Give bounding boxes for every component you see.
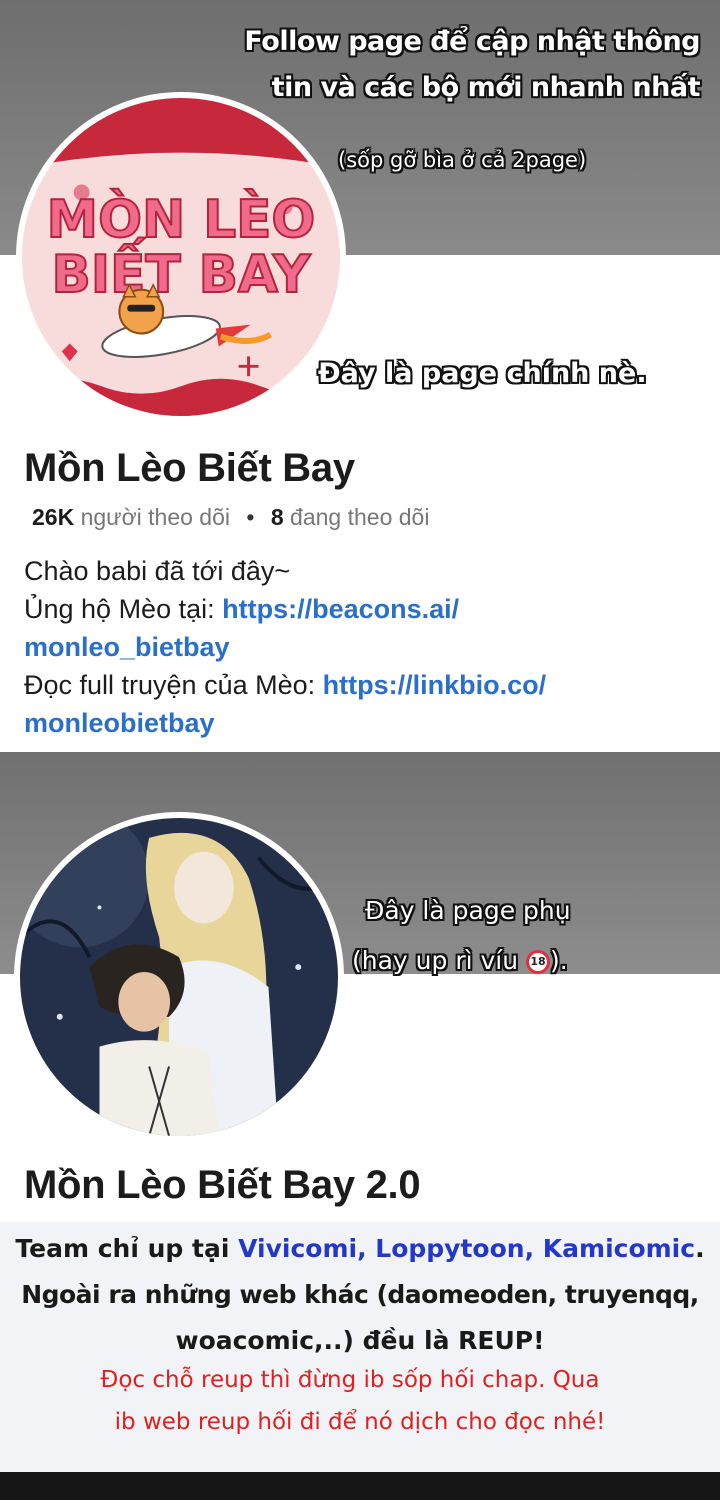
cat-rocket-logo-icon: MÒN LÈO BIẾT BAY <box>22 98 340 416</box>
following-count[interactable]: 8 <box>271 504 284 530</box>
sub-page-note-line-1: Đây là page phụ <box>365 896 571 925</box>
official-sites: Vivicomi, Loppytoon, Kamicomic <box>238 1234 696 1263</box>
following-label[interactable]: đang theo dõi <box>290 504 429 530</box>
followers-label[interactable]: người theo dõi <box>81 504 230 530</box>
notice-prefix: Team chỉ up tại <box>15 1234 239 1263</box>
sub-page-avatar[interactable] <box>14 812 344 1142</box>
bottom-strip <box>0 1472 720 1500</box>
support-link[interactable]: https://beacons.ai/ <box>222 594 459 624</box>
notice-line-1: Team chỉ up tại Vivicomi, Loppytoon, Kam… <box>0 1234 720 1263</box>
followers-count[interactable]: 26K <box>32 504 74 530</box>
bio-support-label: Ủng hộ Mèo tại: <box>24 594 223 624</box>
main-page-bio: Chào babi đã tới đây~ Ủng hộ Mèo tại: ht… <box>24 552 704 742</box>
anime-couple-illustration-icon <box>20 818 338 1136</box>
main-page-stats: 26K người theo dõi • 8 đang theo dõi <box>32 504 429 531</box>
bio-support-line: Ủng hộ Mèo tại: https://beacons.ai/ <box>24 590 704 628</box>
notice-line-3: woacomic,..) đều là REUP! <box>175 1326 545 1355</box>
main-page-note: Đây là page chính nè. <box>318 358 647 389</box>
support-link-continued[interactable]: monleo_bietbay <box>24 628 704 666</box>
svg-text:MÒN LÈO: MÒN LÈO <box>47 189 316 250</box>
bio-read-label: Đọc full truyện của Mèo: <box>24 670 323 700</box>
bio-greeting: Chào babi đã tới đây~ <box>24 556 291 586</box>
follow-page-text-line-2: tin và các bộ mới nhanh nhất <box>271 72 701 103</box>
read-link-continued[interactable]: monleobietbay <box>24 704 704 742</box>
warning-line-1: Đọc chỗ reup thì đừng ib sốp hối chap. Q… <box>100 1367 600 1393</box>
adult-18-icon: 18 <box>526 950 551 974</box>
sub-page-note-text: (hay up rì víu <box>352 946 527 975</box>
svg-text:BIẾT BAY: BIẾT BAY <box>52 237 312 305</box>
cover-removed-note: (sốp gỡ bìa ở cả 2page) <box>338 148 587 172</box>
main-page-title[interactable]: Mồn Lèo Biết Bay <box>24 446 355 491</box>
main-page-avatar[interactable]: MÒN LÈO BIẾT BAY <box>16 92 346 422</box>
notice-line-2: Ngoài ra những web khác (daomeoden, truy… <box>21 1280 699 1309</box>
sub-page-title[interactable]: Mồn Lèo Biết Bay 2.0 <box>24 1163 421 1208</box>
notice-suffix: . <box>695 1234 705 1263</box>
stats-separator: • <box>246 504 255 530</box>
read-link[interactable]: https://linkbio.co/ <box>323 670 547 700</box>
follow-page-text-line-1: Follow page để cập nhật thông <box>244 26 700 57</box>
bio-read-line: Đọc full truyện của Mèo: https://linkbio… <box>24 666 704 704</box>
warning-line-2: ib web reup hối đi để nó dịch cho đọc nh… <box>114 1409 606 1435</box>
sub-page-note-line-2: (hay up rì víu 18). <box>352 946 568 975</box>
sub-page-note-close: ). <box>550 946 568 975</box>
